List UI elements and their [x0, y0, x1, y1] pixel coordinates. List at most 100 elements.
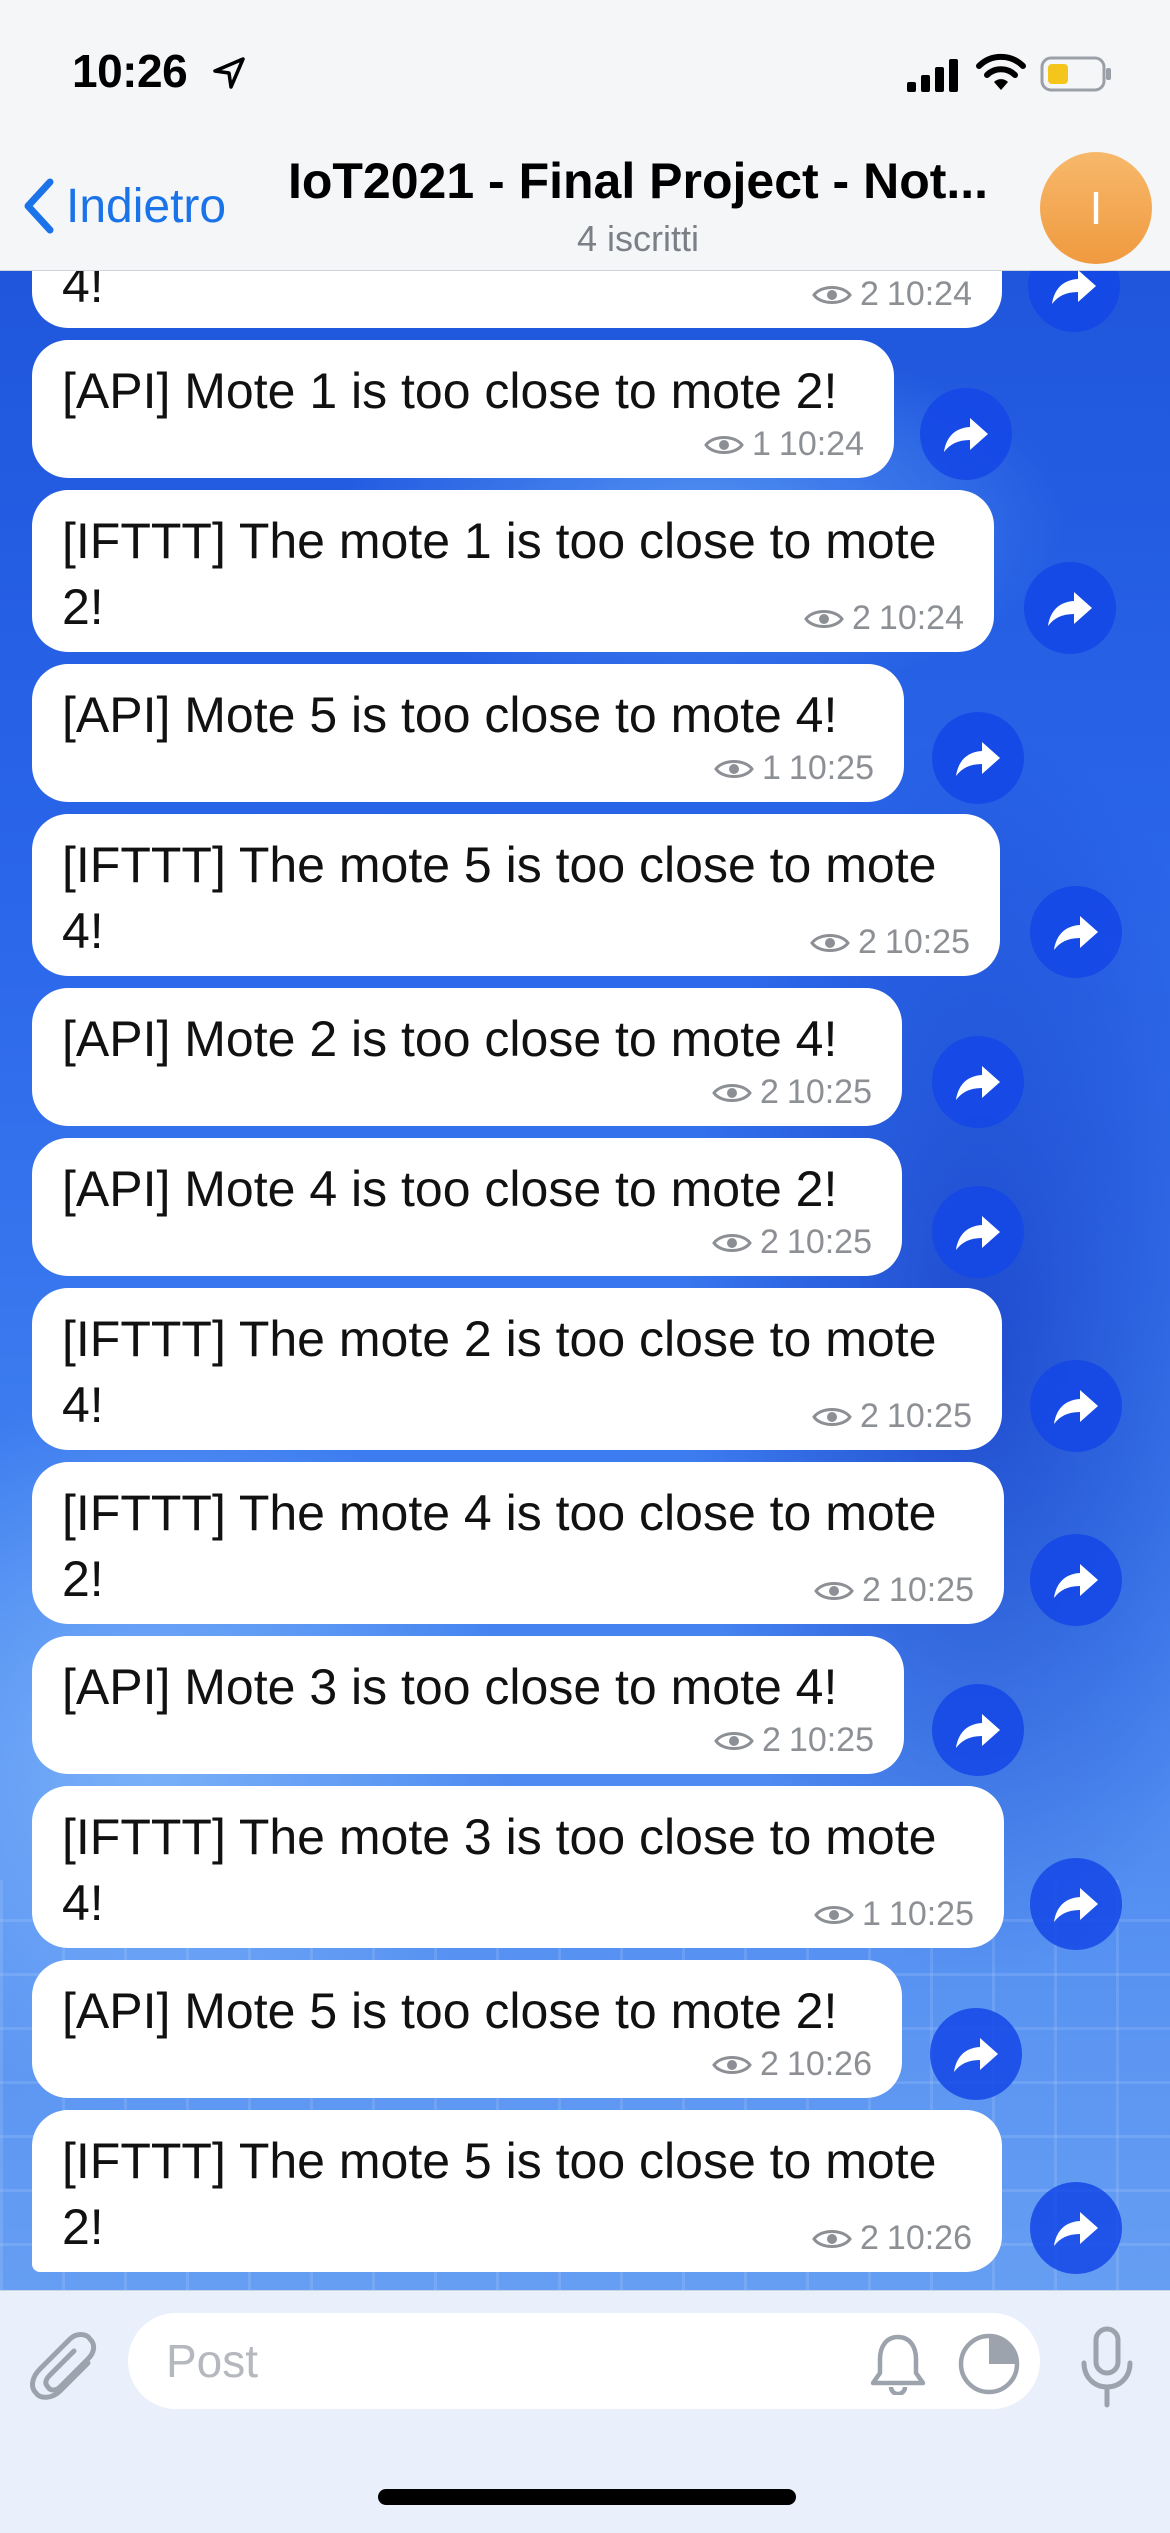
view-count: 1	[761, 749, 781, 787]
message-bubble[interactable]: [API] Mote 5 is too close to mote 4! 1 1…	[32, 664, 904, 802]
message-time: 10:24	[878, 599, 964, 637]
message-meta: 2 10:25	[712, 1223, 872, 1262]
timer-icon[interactable]	[956, 2331, 1022, 2397]
avatar-letter: I	[1089, 182, 1103, 234]
message-bubble[interactable]: [API] Mote 5 is too close to mote 2! 2 1…	[32, 1960, 902, 2098]
forward-icon	[1054, 1888, 1098, 1922]
forward-icon	[956, 742, 1000, 776]
view-count: 2	[761, 1721, 781, 1759]
view-count: 1	[861, 1895, 881, 1933]
message-time: 10:24	[886, 275, 972, 313]
cellular-signal-icon	[907, 59, 958, 92]
forward-button[interactable]	[930, 2008, 1022, 2100]
battery-icon	[1040, 56, 1111, 92]
paperclip-icon[interactable]	[30, 2329, 102, 2409]
message-time: 10:25	[886, 1397, 972, 1435]
message-bubble[interactable]: [API] Mote 3 is too close to mote 4! 2 1…	[32, 1636, 904, 1774]
message-bubble[interactable]: [IFTTT] The mote 4 is too close to mote …	[32, 1462, 1004, 1624]
view-count: 2	[861, 1571, 881, 1609]
message-bubble[interactable]: [API] Mote 4 is too close to mote 2! 2 1…	[32, 1138, 902, 1276]
message-meta: 2 10:26	[712, 2045, 872, 2084]
forward-icon	[954, 2038, 998, 2072]
message-time: 10:25	[786, 1223, 872, 1261]
back-button[interactable]: Indietro	[22, 166, 226, 246]
post-placeholder: Post	[166, 2335, 259, 2387]
forward-icon	[1054, 1564, 1098, 1598]
subscriber-count: 4 iscritti	[576, 218, 699, 259]
message-time: 10:25	[786, 1073, 872, 1111]
message-time: 10:26	[786, 2045, 872, 2083]
view-count: 2	[859, 275, 879, 313]
message-bubble[interactable]: [IFTTT] The mote 1 is too close to mote …	[32, 490, 994, 652]
forward-button[interactable]	[1030, 1360, 1122, 1452]
view-count: 2	[759, 1073, 779, 1111]
eye-icon	[704, 435, 744, 454]
status-time: 10:26	[72, 45, 188, 97]
message-meta: 1 10:25	[814, 1895, 974, 1934]
forward-button[interactable]	[1030, 1858, 1122, 1950]
message-time: 10:26	[886, 2219, 972, 2257]
eye-icon	[712, 1083, 752, 1102]
message-list[interactable]: 4! 2 10:24 [API] Mote 1 is too close to …	[0, 0, 1170, 2290]
forward-icon	[956, 1066, 1000, 1100]
message-time: 10:25	[788, 749, 874, 787]
channel-avatar[interactable]: I	[1040, 152, 1152, 264]
message-time: 10:24	[778, 425, 864, 463]
forward-icon	[956, 1714, 1000, 1748]
microphone-icon[interactable]	[1072, 2325, 1142, 2411]
eye-icon	[714, 1731, 754, 1750]
view-count: 2	[759, 1223, 779, 1261]
message-text: [API] Mote 5 is too close to mote 2!	[62, 1983, 838, 2039]
message-bubble[interactable]: [API] Mote 1 is too close to mote 2! 1 1…	[32, 340, 894, 478]
message-time: 10:25	[788, 1721, 874, 1759]
message-text: [API] Mote 3 is too close to mote 4!	[62, 1659, 838, 1715]
chat-title: IoT2021 - Final Project - Not...	[287, 153, 989, 209]
message-bubble[interactable]: [IFTTT] The mote 5 is too close to mote …	[32, 2110, 1002, 2272]
message-text: [API] Mote 1 is too close to mote 2!	[62, 363, 838, 419]
forward-button[interactable]	[1030, 886, 1122, 978]
wifi-icon	[976, 53, 1026, 90]
forward-button[interactable]	[932, 712, 1024, 804]
message-meta: 1 10:24	[704, 425, 864, 464]
forward-button[interactable]	[1030, 1534, 1122, 1626]
eye-icon	[812, 1407, 852, 1426]
message-bubble[interactable]: [API] Mote 2 is too close to mote 4! 2 1…	[32, 988, 902, 1126]
message-meta: 2 10:24	[804, 599, 964, 638]
forward-icon	[1054, 2212, 1098, 2246]
message-meta: 2 10:25	[810, 923, 970, 962]
forward-button[interactable]	[932, 1684, 1024, 1776]
eye-icon	[804, 609, 844, 628]
forward-button[interactable]	[920, 388, 1012, 480]
eye-icon	[814, 1581, 854, 1600]
navigation-header: 10:26 Indietro IoT2021 - Final Project -…	[0, 0, 1170, 271]
forward-icon	[944, 418, 988, 452]
chat-title-area[interactable]: IoT2021 - Final Project - Not... 4 iscri…	[268, 152, 1008, 260]
message-bubble[interactable]: [IFTTT] The mote 5 is too close to mote …	[32, 814, 1000, 976]
view-count: 2	[759, 2045, 779, 2083]
forward-icon	[1054, 916, 1098, 950]
forward-icon	[1054, 1390, 1098, 1424]
view-count: 2	[859, 1397, 879, 1435]
forward-button[interactable]	[932, 1186, 1024, 1278]
view-count: 2	[859, 2219, 879, 2257]
eye-icon	[714, 759, 754, 778]
location-arrow-icon	[213, 57, 245, 89]
forward-button[interactable]	[1024, 562, 1116, 654]
message-meta: 2 10:25	[714, 1721, 874, 1760]
eye-icon	[814, 1905, 854, 1924]
message-bubble[interactable]: [IFTTT] The mote 3 is too close to mote …	[32, 1786, 1004, 1948]
eye-icon	[810, 933, 850, 952]
message-meta: 2 10:25	[814, 1571, 974, 1610]
back-label: Indietro	[66, 179, 227, 233]
view-count: 1	[751, 425, 771, 463]
forward-button[interactable]	[932, 1036, 1024, 1128]
message-bubble[interactable]: [IFTTT] The mote 2 is too close to mote …	[32, 1288, 1002, 1450]
forward-icon	[1048, 592, 1092, 626]
home-indicator	[378, 2489, 796, 2505]
forward-button[interactable]	[1030, 2182, 1122, 2274]
message-text: [API] Mote 5 is too close to mote 4!	[62, 687, 838, 743]
eye-icon	[812, 285, 852, 304]
bell-icon[interactable]	[868, 2331, 928, 2395]
message-time: 10:25	[888, 1895, 974, 1933]
message-meta: 1 10:25	[714, 749, 874, 788]
